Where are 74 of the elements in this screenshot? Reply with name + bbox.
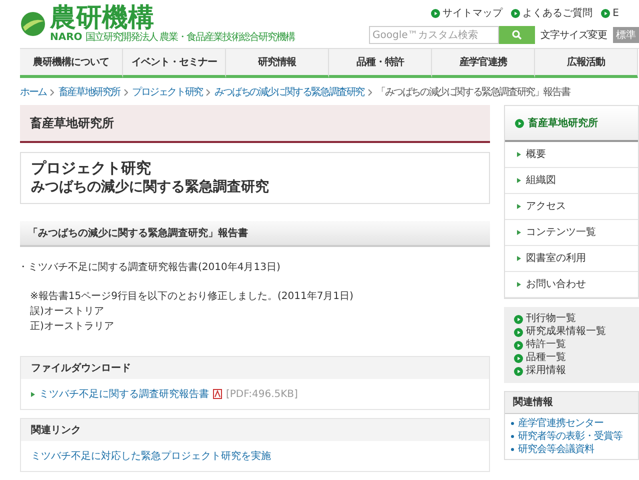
play-circle-icon	[600, 9, 610, 18]
play-circle-icon	[515, 118, 524, 128]
sidebar-item[interactable]: お問い合わせ	[505, 272, 638, 298]
nav-tab[interactable]: 研究情報	[226, 49, 329, 78]
top-link[interactable]: E	[600, 6, 619, 21]
bullet-icon	[517, 282, 521, 287]
related-link[interactable]: ミツバチ不足に対応した緊急プロジェクト研究を実施	[31, 448, 271, 464]
sidebar-item[interactable]: コンテンツ一覧	[505, 220, 638, 246]
play-circle-icon	[514, 366, 523, 376]
correction-text: ※報告書15ページ9行目を以下のとおり修正しました。(2011年7月1日)	[30, 290, 354, 304]
breadcrumb-link[interactable]: 畜産草地研究所	[58, 85, 120, 100]
sidebar-item[interactable]: 図書室の利用	[505, 246, 638, 272]
sidebar-link[interactable]: 特許一覧	[514, 339, 629, 351]
bullet-icon	[31, 392, 35, 396]
font-size-label: 文字サイズ変更	[540, 28, 607, 42]
play-circle-icon	[514, 314, 523, 324]
bullet-dot-icon	[511, 448, 514, 451]
sidebar-link[interactable]: 刊行物一覧	[514, 313, 629, 325]
info-link[interactable]: 産学官連携センター	[518, 417, 604, 430]
nav-tab[interactable]: イベント・セミナー	[123, 49, 226, 78]
correction-text: 誤)オーストリア	[30, 304, 105, 319]
info-link[interactable]: 研究者等の表彰・受賞等	[518, 430, 622, 443]
org-name: 国立研究開発法人 農業・食品産業技術総合研究機構	[85, 32, 294, 43]
chevron-right-icon	[368, 89, 372, 96]
report-heading: 「みつばちの減少に関する緊急調査研究」報告書	[20, 221, 490, 247]
search-field[interactable]: Google™カスタム検索	[368, 26, 498, 44]
top-link[interactable]: よくあるご質問	[510, 6, 593, 21]
logo-text: 農研機構	[50, 4, 154, 32]
top-link[interactable]: サイトマップ	[430, 6, 503, 21]
related-title: 関連リンク	[21, 419, 489, 441]
play-circle-icon	[514, 328, 523, 336]
breadcrumb-current: 「みつばちの減少に関する緊急調査研究」報告書	[376, 86, 570, 100]
download-title: ファイルダウンロード	[21, 357, 489, 379]
correction-text: 正)オーストラリア	[30, 320, 115, 334]
bullet-dot-icon	[511, 435, 514, 438]
section-title: 畜産草地研究所	[20, 105, 490, 143]
bullet-dot-icon	[511, 422, 514, 425]
sidebar-link[interactable]: 研究成果情報一覧	[514, 326, 629, 338]
info-title: 関連情報	[505, 392, 638, 414]
logo-sub: NARO	[50, 32, 82, 43]
sidebar-item[interactable]: 組織図	[505, 168, 638, 194]
sidebar-item[interactable]: アクセス	[505, 194, 638, 220]
play-circle-icon	[514, 354, 523, 362]
play-circle-icon	[430, 9, 440, 18]
sidebar-link[interactable]: 品種一覧	[514, 352, 629, 364]
bullet-icon	[517, 256, 521, 261]
pdf-icon	[213, 389, 222, 399]
file-size: [PDF:496.5KB]	[226, 388, 298, 402]
page-subtitle: みつばちの減少に関する緊急調査研究	[31, 178, 270, 197]
nav-tab[interactable]: 品種・特許	[329, 49, 432, 78]
search-button[interactable]	[498, 26, 534, 44]
breadcrumb-link[interactable]: プロジェクト研究	[132, 85, 202, 100]
nav-tab[interactable]: 農研機構について	[20, 49, 123, 78]
sidebar-item[interactable]: 概要	[505, 142, 638, 168]
sidebar-link[interactable]: 採用情報	[514, 365, 629, 377]
search-icon	[512, 30, 522, 40]
leaf-logo-icon	[20, 10, 46, 36]
download-link[interactable]: ミツバチ不足に関する調査研究報告書	[39, 386, 209, 402]
bullet-icon	[517, 152, 521, 157]
bullet-icon	[517, 204, 521, 209]
breadcrumb-link[interactable]: みつばちの減少に関する緊急調査研究	[214, 85, 364, 100]
play-circle-icon	[510, 9, 520, 18]
nav-tab[interactable]: 広報活動	[535, 49, 638, 78]
report-item: ・ミツバチ不足に関する調査研究報告書(2010年4月13日)	[18, 260, 282, 275]
info-link[interactable]: 研究会等会議資料	[518, 443, 594, 456]
bullet-icon	[517, 178, 521, 183]
bullet-icon	[517, 230, 521, 235]
play-circle-icon	[514, 340, 523, 350]
nav-tab[interactable]: 産学官連携	[432, 49, 535, 78]
chevron-right-icon	[124, 89, 128, 96]
page-title: プロジェクト研究	[31, 159, 152, 178]
breadcrumb-link[interactable]: ホーム	[20, 85, 46, 100]
chevron-right-icon	[50, 89, 54, 96]
chevron-right-icon	[206, 89, 210, 96]
